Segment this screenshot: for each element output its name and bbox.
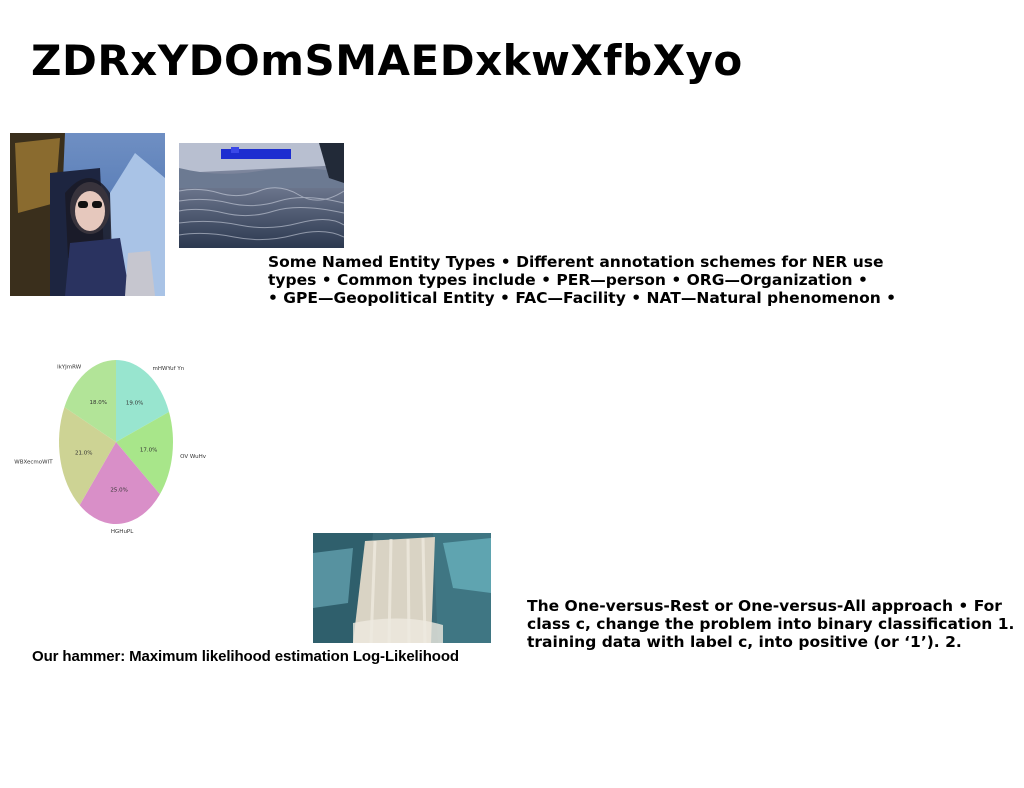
ovr-line: The One-versus-Rest or One-versus-All ap… [527,597,1002,615]
ner-line: • GPE—Geopolitical Entity • FAC—Facility… [268,289,897,307]
pie-category-label: lkYJmRW [57,365,82,371]
pie-value-label: 17.0% [140,447,157,453]
water-photo [179,143,344,248]
ovr-text-block: The One-versus-Rest or One-versus-All ap… [527,597,1014,651]
woman-photo [10,133,165,296]
pie-value-label: 19.0% [126,401,143,407]
waterfall-photo [313,533,491,643]
pie-chart: 19.0% mHWYuf Yn 17.0% OV WuHv 25.0% HGHuPL 21.… [14,360,207,535]
ner-line: types • Common types include • PER—perso… [268,271,868,289]
ovr-line: training data with label c, into positiv… [527,633,962,651]
pie-value-label: 18.0% [90,400,107,406]
caption-text: Our hammer: Maximum likelihood estimatio… [32,648,459,665]
pie-category-label: HGHuPL [111,529,134,535]
ner-text-block: Some Named Entity Types • Different anno… [268,253,896,307]
pie-category-label: OV WuHv [180,454,207,460]
ovr-line: class c, change the problem into binary … [527,615,1015,633]
pie-value-label: 25.0% [110,487,127,493]
ner-line: Some Named Entity Types • Different anno… [268,253,884,271]
slide-title: ZDRxYDOmSMAEDxkwXfbXyo [31,36,743,85]
pie-category-label: WBXecmoWIT [14,459,53,465]
pie-category-label: mHWYuf Yn [153,366,185,372]
pie-value-label: 21.0% [75,450,92,456]
